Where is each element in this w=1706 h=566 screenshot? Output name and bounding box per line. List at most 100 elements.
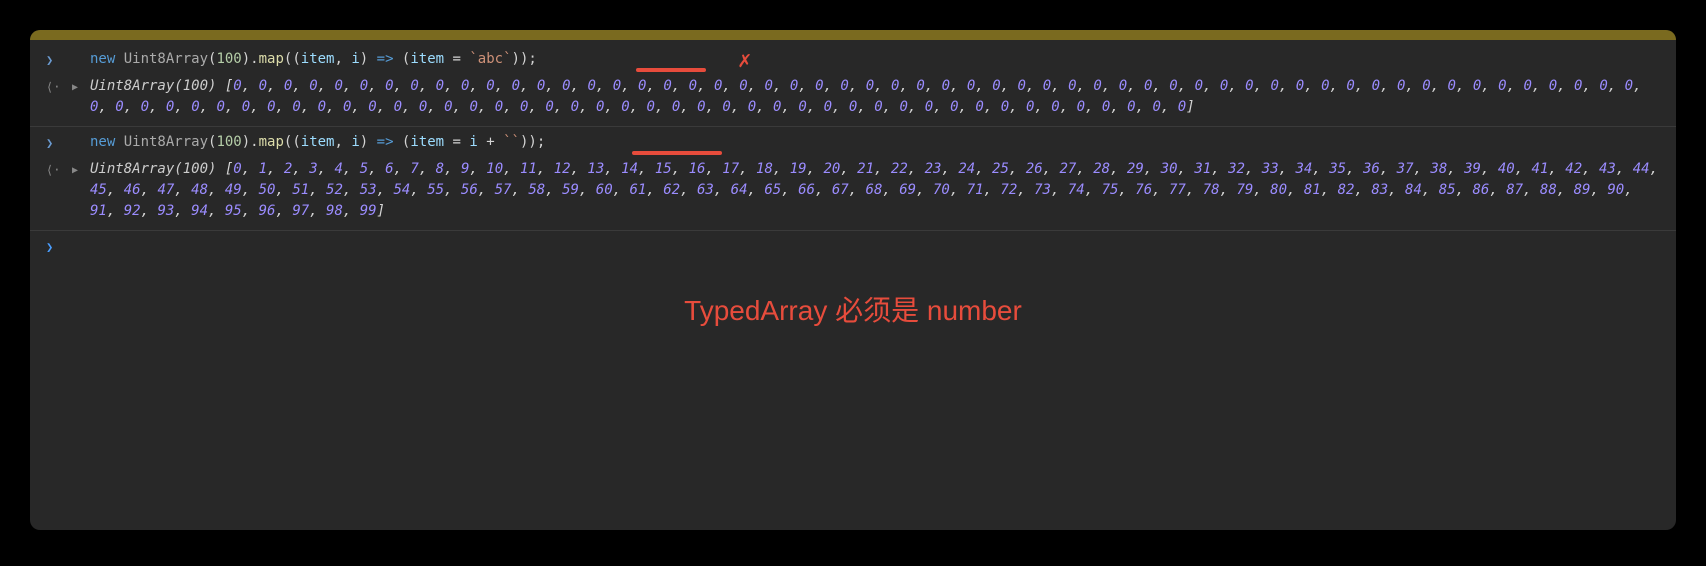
output-content[interactable]: Uint8Array(100) [0, 0, 0, 0, 0, 0, 0, 0,… [90,76,1660,118]
array-value: 15 [655,161,672,177]
array-value: 0 [824,99,832,115]
array-value: 0 [1077,99,1085,115]
array-value: 72 [1000,182,1017,198]
array-value: 0 [267,99,275,115]
array-value: 0 [141,99,149,115]
array-value: 29 [1127,161,1144,177]
array-value: 49 [225,182,242,198]
array-value: 44 [1633,161,1650,177]
array-value: 0 [950,99,958,115]
array-value: 0 [840,78,848,94]
array-value: 48 [191,182,208,198]
annotation-underline [632,151,722,155]
array-value: 22 [891,161,908,177]
array-value: 36 [1363,161,1380,177]
array-value: 80 [1270,182,1287,198]
array-value: 23 [925,161,942,177]
array-value: 0 [1625,78,1633,94]
code-line[interactable]: new Uint8Array(100).map((item, i) => (it… [90,132,1660,153]
expand-triangle-icon[interactable]: ▶ [72,80,86,95]
array-value: 14 [621,161,638,177]
array-value: 18 [756,161,773,177]
annotation-caption: TypedArray 必须是 number [30,289,1676,329]
expand-triangle-icon[interactable]: ▶ [72,163,86,178]
array-value: 82 [1338,182,1355,198]
array-value: 88 [1540,182,1557,198]
array-value: 0 [233,161,241,177]
array-value: 11 [520,161,537,177]
console-body[interactable]: ❯ new Uint8Array(100).map((item, i) => (… [30,40,1676,335]
array-value: 0 [613,78,621,94]
array-value: 0 [900,99,908,115]
array-value: 0 [916,78,924,94]
array-value: 0 [992,78,1000,94]
array-value: 0 [495,99,503,115]
array-value: 7 [410,161,418,177]
array-value: 0 [866,78,874,94]
array-value: 0 [191,99,199,115]
array-value: 0 [1152,99,1160,115]
console-input-row[interactable]: ❯ new Uint8Array(100).map((item, i) => (… [30,129,1676,156]
array-value: 62 [663,182,680,198]
array-value: 68 [866,182,883,198]
array-value: 38 [1430,161,1447,177]
output-arrow-icon: ⟨· [46,161,66,179]
array-value: 20 [823,161,840,177]
array-value: 43 [1599,161,1616,177]
array-value: 0 [571,99,579,115]
array-value: 17 [722,161,739,177]
array-value: 12 [554,161,571,177]
input-arrow-icon: ❯ [46,51,66,69]
array-value: 0 [385,78,393,94]
array-value: 45 [90,182,107,198]
array-value: 0 [663,78,671,94]
array-value: 57 [495,182,512,198]
array-value: 27 [1059,161,1076,177]
array-value: 19 [790,161,807,177]
array-value: 99 [360,203,377,219]
array-value: 51 [292,182,309,198]
array-value: 83 [1371,182,1388,198]
array-value: 37 [1397,161,1414,177]
array-value: 21 [857,161,874,177]
array-value: 0 [1093,78,1101,94]
array-value: 42 [1565,161,1582,177]
array-value: 4 [334,161,342,177]
output-content[interactable]: Uint8Array(100) [0, 1, 2, 3, 4, 5, 6, 7,… [90,159,1660,222]
array-value: 50 [259,182,276,198]
array-value: 0 [925,99,933,115]
array-value: 0 [790,78,798,94]
annotation-x-icon [738,44,751,77]
array-value: 90 [1607,182,1624,198]
console-window: ❯ new Uint8Array(100).map((item, i) => (… [30,30,1676,530]
array-value: 0 [486,78,494,94]
array-value: 0 [436,78,444,94]
array-value: 55 [427,182,444,198]
array-value: 0 [394,99,402,115]
console-input-row[interactable]: ❯ new Uint8Array(100).map((item, i) => (… [30,46,1676,73]
array-value: 13 [587,161,604,177]
array-value: 0 [1296,78,1304,94]
console-output-row[interactable]: ⟨· ▶ Uint8Array(100) [0, 1, 2, 3, 4, 5, 6,… [30,156,1676,231]
array-value: 0 [1422,78,1430,94]
array-value: 0 [1178,99,1186,115]
array-value: 0 [1372,78,1380,94]
array-value: 0 [410,78,418,94]
array-value: 56 [461,182,478,198]
object-type-label: Uint8Array(100) [90,78,225,94]
array-value: 0 [469,99,477,115]
code-line[interactable]: new Uint8Array(100).map((item, i) => (it… [90,49,1660,70]
array-value: 0 [334,78,342,94]
array-value: 0 [444,99,452,115]
array-value: 54 [393,182,410,198]
input-arrow-icon: ❯ [46,134,66,152]
array-value: 28 [1093,161,1110,177]
array-value: 86 [1472,182,1489,198]
array-value: 0 [1523,78,1531,94]
array-value: 0 [216,99,224,115]
array-value: 98 [326,203,343,219]
console-prompt-row[interactable]: ❯ [30,233,1676,259]
array-value: 75 [1102,182,1119,198]
console-output-row[interactable]: ⟨·▶Uint8Array(100) [0, 0, 0, 0, 0, 0, 0,… [30,73,1676,127]
array-value: 84 [1405,182,1422,198]
